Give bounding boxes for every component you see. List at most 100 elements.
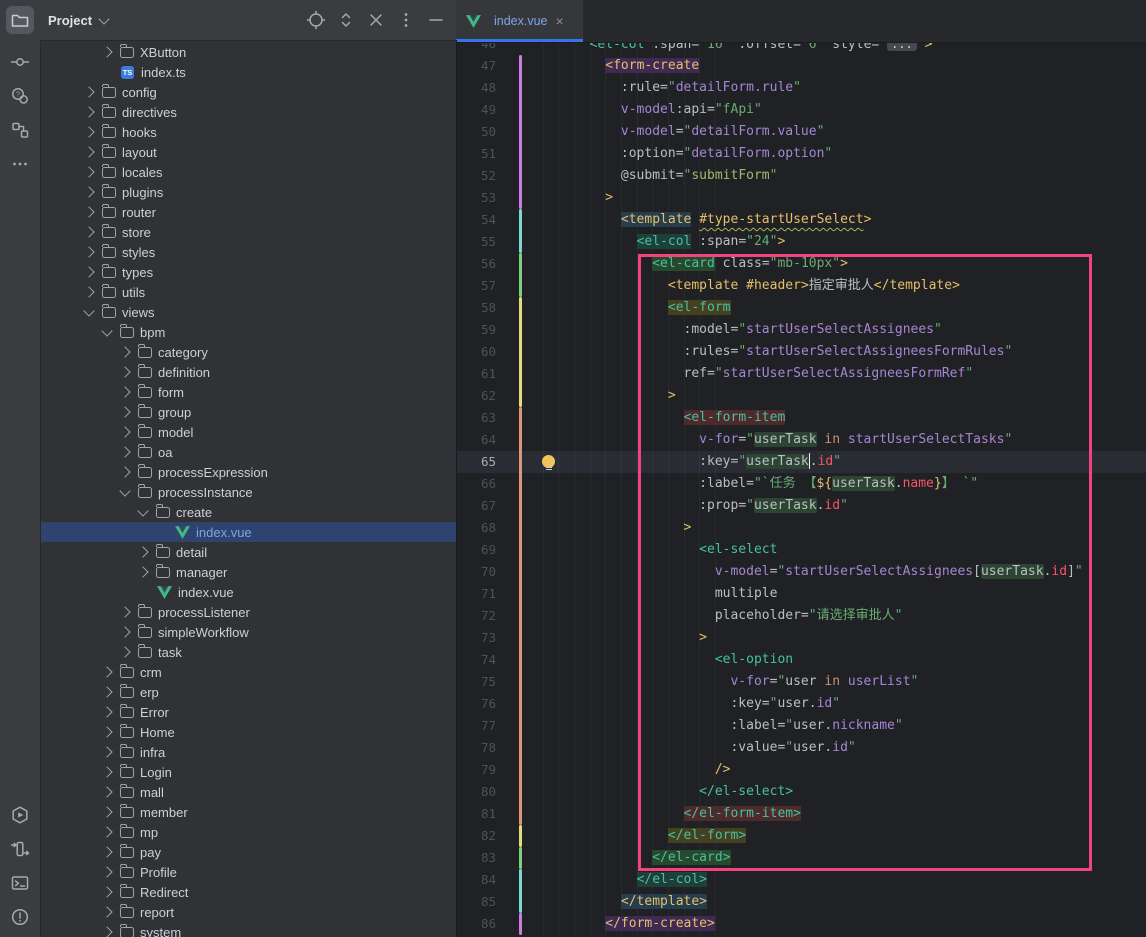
pull-requests-icon[interactable]: ? bbox=[6, 82, 34, 110]
tree-item-processExpression[interactable]: processExpression bbox=[40, 462, 456, 482]
tree-item-simpleWorkflow[interactable]: simpleWorkflow bbox=[40, 622, 456, 642]
tree-item-detail[interactable]: detail bbox=[40, 542, 456, 562]
chevron-right-icon[interactable] bbox=[137, 546, 148, 557]
tree-item-directives[interactable]: directives bbox=[40, 102, 456, 122]
code-line-48[interactable]: :rule="detailForm.rule" bbox=[456, 77, 1146, 99]
expand-all-icon[interactable] bbox=[336, 10, 356, 30]
chevron-right-icon[interactable] bbox=[119, 366, 130, 377]
tree-item-crm[interactable]: crm bbox=[40, 662, 456, 682]
tree-item-types[interactable]: types bbox=[40, 262, 456, 282]
more-vertical-icon[interactable] bbox=[396, 10, 416, 30]
chevron-right-icon[interactable] bbox=[83, 186, 94, 197]
chevron-right-icon[interactable] bbox=[119, 446, 130, 457]
tree-item-plugins[interactable]: plugins bbox=[40, 182, 456, 202]
chevron-right-icon[interactable] bbox=[83, 206, 94, 217]
tree-item-form[interactable]: form bbox=[40, 382, 456, 402]
code-line-47[interactable]: <form-create bbox=[456, 55, 1146, 77]
tree-item-pay[interactable]: pay bbox=[40, 842, 456, 862]
code-line-54[interactable]: <template #type-startUserSelect> bbox=[456, 209, 1146, 231]
chevron-right-icon[interactable] bbox=[101, 726, 112, 737]
tree-item-index-vue[interactable]: index.vue bbox=[40, 522, 456, 542]
chevron-down-icon[interactable] bbox=[137, 505, 148, 516]
chevron-down-icon[interactable] bbox=[83, 305, 94, 316]
chevron-right-icon[interactable] bbox=[83, 126, 94, 137]
problems-icon[interactable] bbox=[6, 903, 34, 931]
tree-item-erp[interactable]: erp bbox=[40, 682, 456, 702]
tree-item-oa[interactable]: oa bbox=[40, 442, 456, 462]
chevron-right-icon[interactable] bbox=[83, 86, 94, 97]
tree-item-Profile[interactable]: Profile bbox=[40, 862, 456, 882]
tree-item-config[interactable]: config bbox=[40, 82, 456, 102]
tree-item-mp[interactable]: mp bbox=[40, 822, 456, 842]
chevron-right-icon[interactable] bbox=[119, 646, 130, 657]
tree-item-definition[interactable]: definition bbox=[40, 362, 456, 382]
tree-item-store[interactable]: store bbox=[40, 222, 456, 242]
more-icon[interactable] bbox=[6, 150, 34, 178]
tree-item-XButton[interactable]: XButton bbox=[40, 42, 456, 62]
chevron-right-icon[interactable] bbox=[101, 786, 112, 797]
tree-item-processInstance[interactable]: processInstance bbox=[40, 482, 456, 502]
chevron-right-icon[interactable] bbox=[101, 906, 112, 917]
chevron-right-icon[interactable] bbox=[101, 806, 112, 817]
tree-item-mall[interactable]: mall bbox=[40, 782, 456, 802]
chevron-right-icon[interactable] bbox=[83, 106, 94, 117]
terminal-icon[interactable] bbox=[6, 869, 34, 897]
tree-item-styles[interactable]: styles bbox=[40, 242, 456, 262]
chevron-right-icon[interactable] bbox=[101, 926, 112, 937]
project-tree[interactable]: XButtonTSindex.tsconfigdirectiveshooksla… bbox=[40, 40, 457, 937]
chevron-right-icon[interactable] bbox=[101, 826, 112, 837]
tree-item-hooks[interactable]: hooks bbox=[40, 122, 456, 142]
chevron-right-icon[interactable] bbox=[101, 706, 112, 717]
code-line-53[interactable]: > bbox=[456, 187, 1146, 209]
tree-item-Error[interactable]: Error bbox=[40, 702, 456, 722]
tree-item-Login[interactable]: Login bbox=[40, 762, 456, 782]
chevron-down-icon[interactable] bbox=[98, 13, 109, 24]
chevron-right-icon[interactable] bbox=[83, 146, 94, 157]
code-line-84[interactable]: </el-col> bbox=[456, 869, 1146, 891]
tree-item-locales[interactable]: locales bbox=[40, 162, 456, 182]
chevron-right-icon[interactable] bbox=[119, 406, 130, 417]
chevron-right-icon[interactable] bbox=[83, 266, 94, 277]
tab-index-vue[interactable]: index.vue × bbox=[456, 0, 583, 42]
tree-item-manager[interactable]: manager bbox=[40, 562, 456, 582]
tree-item-views[interactable]: views bbox=[40, 302, 456, 322]
tree-item-Redirect[interactable]: Redirect bbox=[40, 882, 456, 902]
code-line-55[interactable]: <el-col :span="24"> bbox=[456, 231, 1146, 253]
chevron-down-icon[interactable] bbox=[101, 325, 112, 336]
tree-item-bpm[interactable]: bpm bbox=[40, 322, 456, 342]
tree-item-create[interactable]: create bbox=[40, 502, 456, 522]
editor-area[interactable]: 46<el-col :span="16" :offset="6" style="… bbox=[456, 0, 1146, 937]
chevron-right-icon[interactable] bbox=[119, 626, 130, 637]
close-tab-icon[interactable]: × bbox=[556, 14, 564, 28]
chevron-right-icon[interactable] bbox=[119, 386, 130, 397]
chevron-right-icon[interactable] bbox=[101, 46, 112, 57]
project-toolwindow-button[interactable] bbox=[6, 6, 34, 34]
chevron-right-icon[interactable] bbox=[101, 686, 112, 697]
tree-item-infra[interactable]: infra bbox=[40, 742, 456, 762]
chevron-right-icon[interactable] bbox=[101, 886, 112, 897]
endpoints-icon[interactable] bbox=[6, 835, 34, 863]
code-line-85[interactable]: </template> bbox=[456, 891, 1146, 913]
chevron-right-icon[interactable] bbox=[119, 346, 130, 357]
chevron-down-icon[interactable] bbox=[119, 485, 130, 496]
tree-item-processListener[interactable]: processListener bbox=[40, 602, 456, 622]
tree-item-report[interactable]: report bbox=[40, 902, 456, 922]
collapse-all-icon[interactable] bbox=[366, 10, 386, 30]
tree-item-Home[interactable]: Home bbox=[40, 722, 456, 742]
tree-item-index-vue[interactable]: index.vue bbox=[40, 582, 456, 602]
tree-item-group[interactable]: group bbox=[40, 402, 456, 422]
structure-icon[interactable] bbox=[6, 116, 34, 144]
tree-item-layout[interactable]: layout bbox=[40, 142, 456, 162]
chevron-right-icon[interactable] bbox=[101, 866, 112, 877]
chevron-right-icon[interactable] bbox=[101, 746, 112, 757]
commit-icon[interactable] bbox=[6, 48, 34, 76]
chevron-right-icon[interactable] bbox=[137, 566, 148, 577]
chevron-right-icon[interactable] bbox=[83, 246, 94, 257]
chevron-right-icon[interactable] bbox=[119, 426, 130, 437]
hide-panel-icon[interactable] bbox=[426, 10, 446, 30]
chevron-right-icon[interactable] bbox=[101, 766, 112, 777]
locate-icon[interactable] bbox=[306, 10, 326, 30]
chevron-right-icon[interactable] bbox=[119, 606, 130, 617]
panel-title[interactable]: Project bbox=[48, 13, 92, 28]
chevron-right-icon[interactable] bbox=[101, 666, 112, 677]
